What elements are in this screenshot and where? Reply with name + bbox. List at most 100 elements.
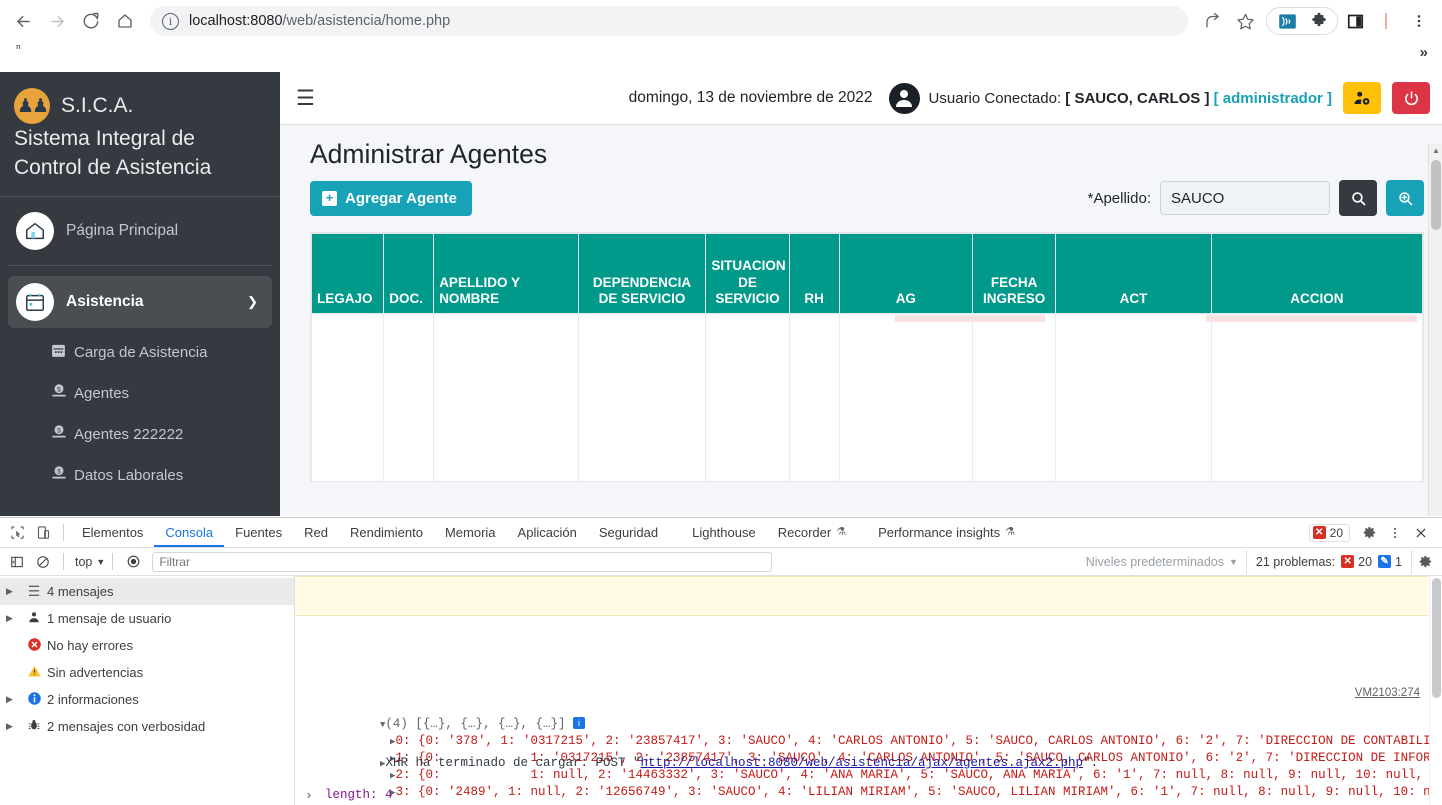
apellido-search-input[interactable]: [1160, 181, 1330, 215]
back-arrow-icon[interactable]: [8, 6, 38, 36]
share-icon[interactable]: [1198, 6, 1228, 36]
tab-lighthouse[interactable]: Lighthouse: [681, 518, 767, 547]
col-situacion-de-servicio[interactable]: SITUACION DE SERVICIO: [705, 233, 790, 314]
sidebar-item-label: Asistencia: [66, 292, 144, 310]
console-message-sidebar: ▶ ☰ 4 mensajes ▶ 1 mensaje de usuario No…: [0, 576, 295, 805]
expand-arrow-icon[interactable]: ▶: [6, 721, 21, 732]
col-dependencia-de-servicio[interactable]: DEPENDENCIA DE SERVICIO: [577, 233, 707, 314]
col-act[interactable]: ACT: [1055, 233, 1212, 314]
kebab-menu-icon[interactable]: [1382, 520, 1408, 546]
sidebar-item-agentes-222222[interactable]: $ Agentes 222222: [8, 414, 272, 455]
message-icon: ✎: [1378, 555, 1392, 568]
scroll-up-icon[interactable]: ▲: [1429, 144, 1442, 158]
bookmark-star-icon[interactable]: [1230, 6, 1260, 36]
tab-elementos[interactable]: Elementos: [71, 518, 154, 547]
sidebar-row-label: 2 mensajes con verbosidad: [47, 719, 206, 734]
user-settings-button[interactable]: [1343, 82, 1381, 114]
tab-performance-insights-label: Performance insights: [878, 525, 1001, 540]
table-row: [311, 313, 1423, 481]
tab-recorder[interactable]: Recorder ⚗: [767, 518, 857, 547]
context-selector[interactable]: top ▼: [75, 555, 105, 569]
problems-summary[interactable]: 21 problemas: ✕ 20 ✎ 1: [1245, 549, 1412, 574]
col-apellido-y-nombre[interactable]: APELLIDO Y NOMBRE: [433, 233, 579, 314]
hamburger-icon[interactable]: ☰: [296, 86, 324, 111]
wave-extension-icon[interactable]: [1272, 6, 1302, 36]
sidebar-item-asistencia[interactable]: Asistencia ❯: [8, 275, 272, 328]
site-info-icon[interactable]: i: [162, 12, 179, 30]
app-topbar: ☰ domingo, 13 de noviembre de 2022 Usuar…: [280, 72, 1442, 125]
tab-aplicacion[interactable]: Aplicación: [507, 518, 588, 547]
sidebar-item-datos-laborales[interactable]: $ Datos Laborales: [8, 455, 272, 496]
home-icon[interactable]: [110, 6, 140, 36]
scrollbar-thumb[interactable]: [1431, 160, 1441, 230]
filter-input[interactable]: [152, 551, 773, 572]
sica-logo-icon: ♟♟: [14, 88, 50, 124]
console-sidebar-toggle-icon[interactable]: [4, 549, 30, 575]
console-scrollbar[interactable]: [1429, 576, 1442, 805]
kebab-menu-icon[interactable]: [1404, 6, 1434, 36]
close-icon[interactable]: [1408, 520, 1434, 546]
reload-icon[interactable]: [76, 6, 106, 36]
live-expression-eye-icon[interactable]: [120, 549, 146, 575]
tab-seguridad[interactable]: Seguridad: [588, 518, 669, 547]
tab-fuentes[interactable]: Fuentes: [224, 518, 293, 547]
error-icon: ✕: [1312, 526, 1326, 539]
console-body: ▶ ☰ 4 mensajes ▶ 1 mensaje de usuario No…: [0, 576, 1442, 805]
device-toolbar-icon[interactable]: [30, 520, 56, 546]
log-levels-dropdown[interactable]: Niveles predeterminados ▼: [1086, 555, 1246, 569]
xhr-url-link[interactable]: http://localhost:8080/web/asistencia/aja…: [640, 756, 1083, 770]
gear-icon[interactable]: [1356, 520, 1382, 546]
col-doc[interactable]: DOC.: [383, 233, 435, 314]
chevron-down-icon[interactable]: ❯: [247, 294, 258, 310]
svg-text:$: $: [57, 386, 61, 393]
console-source-link[interactable]: VM2103:274: [1355, 687, 1420, 699]
sidebar-row-verbose[interactable]: ▶ 2 mensajes con verbosidad: [0, 713, 294, 740]
tab-consola[interactable]: Consola: [154, 518, 224, 547]
col-rh[interactable]: RH: [788, 233, 840, 314]
col-legajo[interactable]: LEGAJO: [311, 233, 385, 314]
console-prompt[interactable]: ›: [305, 788, 313, 803]
tab-performance-insights[interactable]: Performance insights ⚗: [867, 518, 1026, 547]
tab-rendimiento[interactable]: Rendimiento: [339, 518, 434, 547]
error-count-badge[interactable]: ✕ 20: [1308, 523, 1350, 542]
advanced-search-button[interactable]: [1386, 180, 1424, 216]
sidebar-item-pagina-principal[interactable]: Página Principal: [8, 205, 272, 257]
col-accion[interactable]: ACCION: [1210, 233, 1423, 314]
expand-arrow-icon[interactable]: ▶: [6, 694, 21, 705]
devtools-panel: Elementos Consola Fuentes Red Rendimient…: [0, 517, 1442, 805]
add-agent-button[interactable]: + Agregar Agente: [310, 180, 472, 216]
logout-button[interactable]: [1392, 82, 1430, 114]
tab-memoria[interactable]: Memoria: [434, 518, 507, 547]
sidebar-row-info[interactable]: ▶ 2 informaciones: [0, 686, 294, 713]
expand-arrow-icon[interactable]: ▶: [6, 586, 21, 597]
col-fecha-ingreso[interactable]: FECHA INGRESO: [971, 233, 1057, 314]
console-settings-gear-icon[interactable]: [1412, 549, 1438, 575]
sidebar-row-user-messages[interactable]: ▶ 1 mensaje de usuario: [0, 605, 294, 632]
bookmarks-overflow-icon[interactable]: »: [1420, 44, 1428, 61]
plus-icon: +: [322, 190, 337, 206]
tab-red[interactable]: Red: [293, 518, 339, 547]
console-xhr-line[interactable]: ▶XHR ha terminado de cargar: POST "http:…: [305, 742, 1098, 784]
clear-console-icon[interactable]: [30, 549, 56, 575]
search-button[interactable]: [1339, 180, 1377, 216]
expand-arrow-icon[interactable]: ▶: [6, 613, 21, 624]
page-scrollbar[interactable]: ▲ ▼: [1428, 144, 1442, 516]
warning-icon: [21, 664, 47, 682]
puzzle-extensions-icon[interactable]: [1304, 6, 1334, 36]
forward-arrow-icon[interactable]: [42, 6, 72, 36]
sidebar-row-all-messages[interactable]: ▶ ☰ 4 mensajes: [0, 578, 294, 605]
inspect-cursor-icon[interactable]: [4, 520, 30, 546]
address-bar[interactable]: i localhost:8080/web/asistencia/home.php: [150, 6, 1188, 36]
sidepanel-icon[interactable]: [1340, 6, 1370, 36]
profile-avatar-icon[interactable]: [1372, 6, 1402, 36]
sidebar-item-agentes[interactable]: $ Agentes: [8, 373, 272, 414]
main-content: ☰ domingo, 13 de noviembre de 2022 Usuar…: [280, 72, 1442, 516]
sidebar-item-carga-de-asistencia[interactable]: Carga de Asistencia: [8, 333, 272, 373]
sidebar-item-label: Datos Laborales: [74, 466, 184, 484]
sidebar-row-warnings[interactable]: Sin advertencias: [0, 659, 294, 686]
sidebar-row-errors[interactable]: No hay errores: [0, 632, 294, 659]
sidebar-nav: Página Principal Asistencia ❯ Carga de A…: [0, 197, 280, 496]
col-ag[interactable]: AG: [838, 233, 973, 314]
scrollbar-thumb[interactable]: [1432, 578, 1441, 698]
url-path: /web/asistencia/home.php: [282, 13, 451, 29]
